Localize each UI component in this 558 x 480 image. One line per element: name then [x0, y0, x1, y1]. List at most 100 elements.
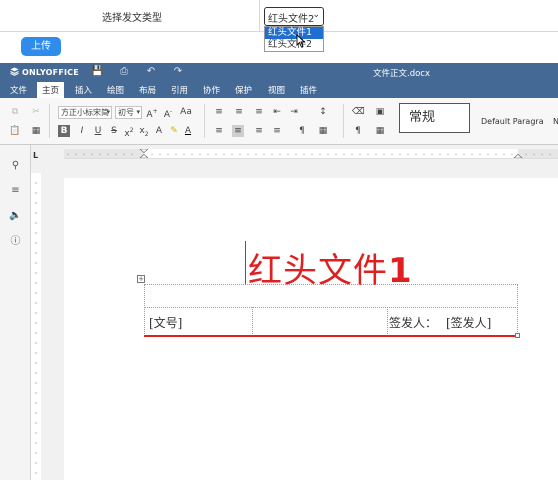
document-page[interactable]: 红头文件1 + [文号] 签发人： [签发人] [64, 178, 558, 480]
numbering-icon[interactable]: ≡ [233, 106, 245, 118]
font-name-value: 方正小标宋简 [61, 108, 109, 117]
speaker-icon[interactable]: 🔈 [9, 209, 22, 222]
chevron-down-icon: ▾ [136, 108, 140, 116]
chevron-down-icon: ⌄ [312, 10, 320, 20]
doc-type-select[interactable]: 红头文件2 ⌄ [264, 7, 324, 26]
table-resize-handle[interactable] [515, 333, 520, 338]
strikethrough-icon[interactable]: S [108, 125, 120, 137]
doc-type-select-value: 红头文件2 [268, 14, 315, 25]
heading-number: 1 [388, 251, 413, 291]
heading-text: 红头文件 [248, 251, 388, 291]
dropdown-option[interactable]: 红头文件1 [265, 27, 323, 39]
style-default-paragraph[interactable]: Default Paragra [481, 117, 544, 126]
paragraph-shading-icon[interactable]: ▦ [317, 125, 329, 137]
signer-label: 签发人： [389, 316, 438, 330]
increase-font-icon[interactable]: A+ [146, 106, 158, 120]
tab-protect[interactable]: 保护 [235, 84, 252, 96]
mouse-cursor-icon [296, 34, 306, 48]
redo-icon[interactable]: ↷ [172, 66, 184, 78]
increase-indent-icon[interactable]: ⇥ [288, 106, 300, 118]
subscript-icon[interactable]: x2 [138, 125, 150, 138]
table-border [252, 307, 253, 336]
save-icon[interactable]: 💾 [91, 66, 103, 78]
nonprinting-chars-icon[interactable]: ¶ [296, 125, 308, 137]
tab-collaborate[interactable]: 协作 [203, 84, 220, 96]
toolbar-separator [204, 104, 205, 138]
align-right-icon[interactable]: ≡ [253, 125, 265, 137]
tab-layout[interactable]: 布局 [139, 84, 156, 96]
table-of-contents-icon[interactable]: ▦ [374, 125, 386, 137]
cut-icon[interactable]: ✂ [30, 106, 42, 118]
red-separator-line [144, 335, 518, 337]
home-toolbar: ⧉ ✂ 📋 ▦ 方正小标宋简 ▾ 初号 ▾ A+ A- Aa B I U S x2 … [0, 98, 558, 145]
form-divider [259, 0, 260, 32]
decrease-font-icon[interactable]: A- [162, 106, 174, 120]
dropdown-option[interactable]: 红头文件2 [265, 39, 323, 51]
align-left-icon[interactable]: ≡ [213, 125, 225, 137]
print-icon[interactable]: ⎙ [118, 66, 130, 78]
tab-references[interactable]: 引用 [171, 84, 188, 96]
toolbar-separator [49, 104, 50, 138]
highlight-icon[interactable]: ✎ [168, 125, 180, 137]
line-spacing-icon[interactable]: ↕ [317, 106, 329, 118]
select-all-icon[interactable]: ▦ [30, 125, 42, 137]
onlyoffice-logo-icon [10, 67, 19, 76]
onlyoffice-editor: ONLYOFFICE 💾 ⎙ ↶ ↷ 文件正文.docx 文件 主页 插入 绘图… [0, 63, 558, 480]
clear-style-icon[interactable]: ⌫ [352, 106, 365, 118]
table-border [387, 307, 388, 336]
chevron-down-icon: ▾ [106, 108, 110, 116]
bullets-icon[interactable]: ≡ [213, 106, 225, 118]
table-border [144, 284, 145, 336]
style-normal[interactable]: 常规 [399, 103, 470, 133]
editor-menu-bar: 文件 主页 插入 绘图 布局 引用 协作 保护 视图 插件 [0, 81, 558, 98]
tab-stop-selector[interactable]: L [33, 151, 38, 160]
underline-icon[interactable]: U [92, 125, 104, 137]
toolbar-separator [343, 104, 344, 138]
tab-draw[interactable]: 绘图 [107, 84, 124, 96]
change-case-icon[interactable]: Aa [178, 106, 194, 118]
multilevel-list-icon[interactable]: ≡ [253, 106, 265, 118]
document-title: 文件正文.docx [373, 69, 431, 79]
text-caret [245, 241, 246, 285]
horizontal-ruler [64, 149, 558, 159]
signer-placeholder[interactable]: [签发人] [446, 314, 491, 331]
brand-name: ONLYOFFICE [22, 68, 79, 77]
italic-icon[interactable]: I [76, 125, 88, 137]
copy-style-icon[interactable]: ¶ [352, 125, 364, 137]
justify-icon[interactable]: ≡ [271, 125, 283, 137]
copy-icon[interactable]: ⧉ [9, 106, 21, 118]
table-border [517, 284, 518, 336]
doc-number-placeholder[interactable]: [文号] [149, 314, 182, 331]
doc-type-dropdown-list: 红头文件1 红头文件2 [264, 26, 324, 52]
left-sidebar: ⚲ ≡ 🔈 ⓘ [0, 145, 31, 480]
info-icon[interactable]: ⓘ [9, 235, 22, 248]
upload-button[interactable]: 上传 [21, 37, 61, 56]
align-center-icon[interactable]: ≡ [232, 125, 244, 137]
table-move-handle[interactable]: + [137, 275, 145, 283]
table-border [144, 284, 518, 285]
tab-plugins[interactable]: 插件 [300, 84, 317, 96]
onlyoffice-logo: ONLYOFFICE [10, 67, 79, 77]
tab-view[interactable]: 视图 [268, 84, 285, 96]
superscript-icon[interactable]: x2 [123, 125, 135, 139]
table-border [144, 307, 518, 308]
style-next[interactable]: N [553, 117, 558, 126]
editor-title-bar: ONLYOFFICE 💾 ⎙ ↶ ↷ 文件正文.docx [0, 63, 558, 81]
navigation-icon[interactable]: ≡ [9, 184, 22, 197]
tab-file[interactable]: 文件 [10, 84, 27, 96]
search-icon[interactable]: ⚲ [9, 159, 22, 172]
undo-icon[interactable]: ↶ [145, 66, 157, 78]
font-size-combo[interactable]: 初号 ▾ [115, 106, 142, 119]
tab-home[interactable]: 主页 [37, 82, 65, 98]
font-name-combo[interactable]: 方正小标宋简 ▾ [58, 106, 112, 119]
text-effects-icon[interactable]: A [153, 125, 165, 137]
tab-insert[interactable]: 插入 [75, 84, 92, 96]
vertical-ruler [31, 173, 41, 480]
decrease-indent-icon[interactable]: ⇤ [271, 106, 283, 118]
font-color-icon[interactable]: A [182, 125, 194, 137]
color-scheme-icon[interactable]: ▣ [374, 106, 386, 118]
font-size-value: 初号 [118, 108, 134, 117]
bold-icon[interactable]: B [58, 125, 70, 137]
doc-type-label: 选择发文类型 [102, 13, 162, 24]
paste-icon[interactable]: 📋 [9, 125, 21, 137]
